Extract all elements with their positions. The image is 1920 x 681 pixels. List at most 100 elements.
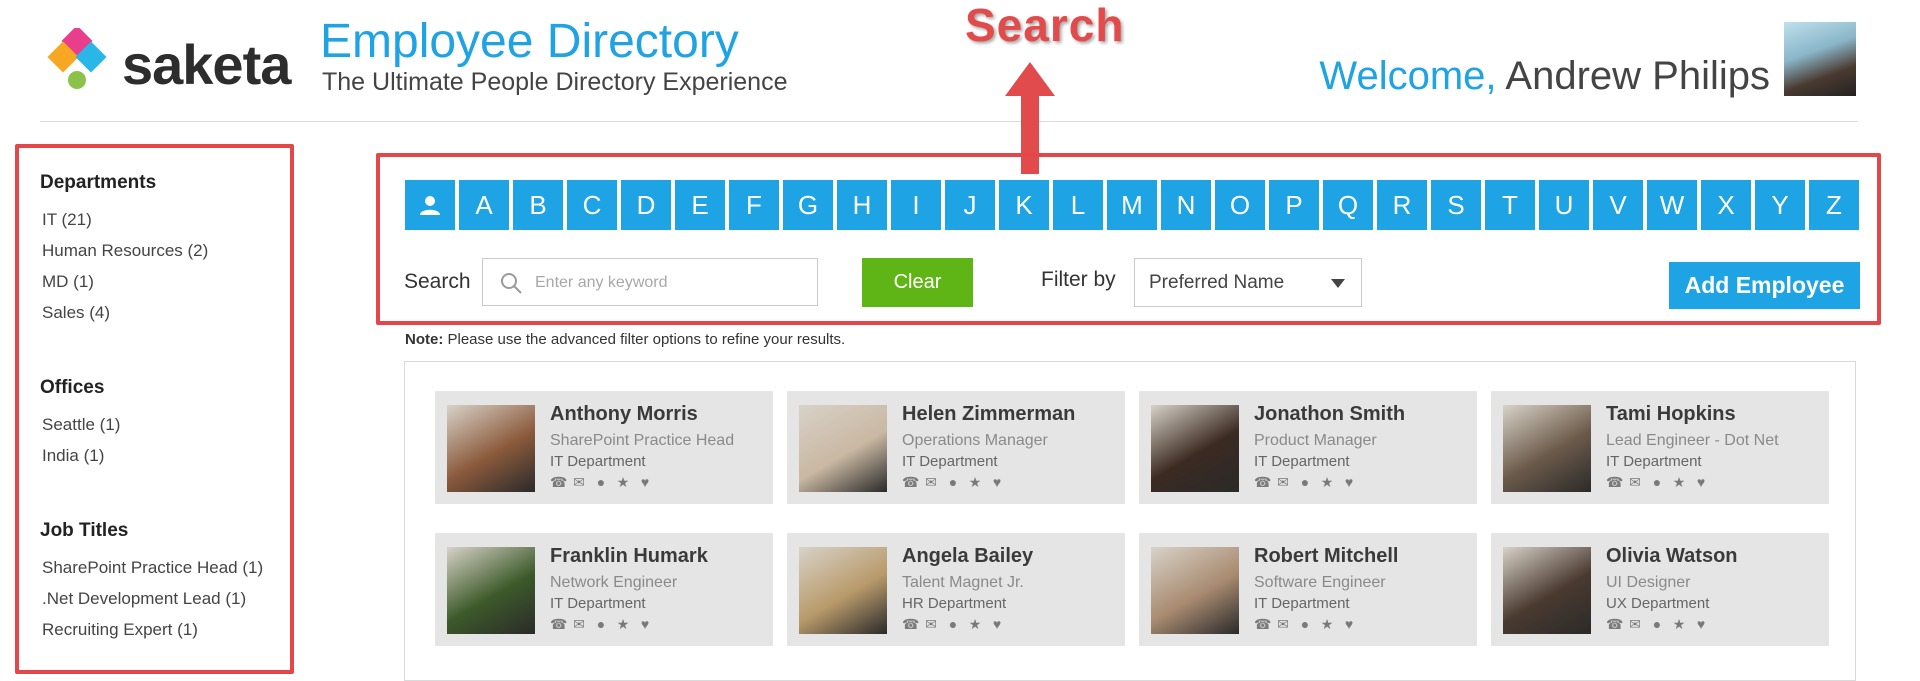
- chat-icon[interactable]: ●: [1650, 475, 1664, 489]
- star-icon[interactable]: ★: [968, 617, 982, 631]
- chat-icon[interactable]: ●: [1298, 617, 1312, 631]
- letter-button-c[interactable]: C: [567, 180, 617, 230]
- letter-button-p[interactable]: P: [1269, 180, 1319, 230]
- letter-button-e[interactable]: E: [675, 180, 725, 230]
- letter-button-s[interactable]: S: [1431, 180, 1481, 230]
- sidebar-item[interactable]: Seattle (1): [42, 415, 120, 435]
- employee-name[interactable]: Franklin Humark: [550, 545, 708, 568]
- letter-button-f[interactable]: F: [729, 180, 779, 230]
- sidebar-item[interactable]: SharePoint Practice Head (1): [42, 558, 263, 578]
- mail-icon[interactable]: ✉: [1628, 617, 1642, 631]
- search-field[interactable]: [482, 258, 818, 306]
- chat-icon[interactable]: ●: [594, 617, 608, 631]
- employee-name[interactable]: Olivia Watson: [1606, 545, 1738, 568]
- star-icon[interactable]: ★: [1320, 617, 1334, 631]
- search-input[interactable]: [533, 267, 807, 299]
- mail-icon[interactable]: ✉: [1276, 617, 1290, 631]
- chat-icon[interactable]: ●: [1298, 475, 1312, 489]
- employee-name[interactable]: Angela Bailey: [902, 545, 1033, 568]
- sidebar-item[interactable]: MD (1): [42, 272, 94, 292]
- letter-button-j[interactable]: J: [945, 180, 995, 230]
- letter-button-z[interactable]: Z: [1809, 180, 1859, 230]
- employee-card[interactable]: Tami Hopkins Lead Engineer - Dot Net IT De…: [1491, 391, 1829, 504]
- letter-button-b[interactable]: B: [513, 180, 563, 230]
- letter-button-x[interactable]: X: [1701, 180, 1751, 230]
- employee-role: SharePoint Practice Head: [550, 432, 735, 449]
- star-icon[interactable]: ★: [1672, 617, 1686, 631]
- employee-card[interactable]: Robert Mitchell Software Engineer IT Depar…: [1139, 533, 1477, 646]
- add-employee-button[interactable]: Add Employee: [1669, 262, 1860, 309]
- letter-button-i[interactable]: I: [891, 180, 941, 230]
- employee-name[interactable]: Jonathon Smith: [1254, 403, 1405, 426]
- filter-select[interactable]: Preferred Name: [1134, 258, 1362, 307]
- letter-button-v[interactable]: V: [1593, 180, 1643, 230]
- employee-card[interactable]: Franklin Humark Network Engineer IT Depart…: [435, 533, 773, 646]
- heart-icon[interactable]: ♥: [990, 475, 1004, 489]
- letter-button-r[interactable]: R: [1377, 180, 1427, 230]
- phone-icon[interactable]: ☎: [1606, 475, 1623, 489]
- chat-icon[interactable]: ●: [946, 617, 960, 631]
- employee-card[interactable]: Anthony Morris SharePoint Practice Head IT…: [435, 391, 773, 504]
- all-people-button[interactable]: [405, 180, 455, 230]
- phone-icon[interactable]: ☎: [1606, 617, 1623, 631]
- mail-icon[interactable]: ✉: [572, 475, 586, 489]
- mail-icon[interactable]: ✉: [1628, 475, 1642, 489]
- chat-icon[interactable]: ●: [594, 475, 608, 489]
- letter-button-t[interactable]: T: [1485, 180, 1535, 230]
- user-avatar[interactable]: [1784, 22, 1856, 96]
- heart-icon[interactable]: ♥: [638, 617, 652, 631]
- heart-icon[interactable]: ♥: [990, 617, 1004, 631]
- employee-card[interactable]: Olivia Watson UI Designer UX Department ☎ ✉ ●…: [1491, 533, 1829, 646]
- letter-button-a[interactable]: A: [459, 180, 509, 230]
- mail-icon[interactable]: ✉: [924, 617, 938, 631]
- heart-icon[interactable]: ♥: [1342, 475, 1356, 489]
- mail-icon[interactable]: ✉: [572, 617, 586, 631]
- chat-icon[interactable]: ●: [1650, 617, 1664, 631]
- employee-card[interactable]: Helen Zimmerman Operations Manager IT Depa…: [787, 391, 1125, 504]
- letter-button-d[interactable]: D: [621, 180, 671, 230]
- employee-name[interactable]: Tami Hopkins: [1606, 403, 1736, 426]
- heart-icon[interactable]: ♥: [638, 475, 652, 489]
- phone-icon[interactable]: ☎: [1254, 617, 1271, 631]
- clear-button[interactable]: Clear: [862, 258, 973, 307]
- employee-name[interactable]: Helen Zimmerman: [902, 403, 1075, 426]
- letter-button-u[interactable]: U: [1539, 180, 1589, 230]
- phone-icon[interactable]: ☎: [550, 617, 567, 631]
- chat-icon[interactable]: ●: [946, 475, 960, 489]
- sidebar-item[interactable]: .Net Development Lead (1): [42, 589, 246, 609]
- sidebar-item[interactable]: IT (21): [42, 210, 92, 230]
- star-icon[interactable]: ★: [616, 617, 630, 631]
- sidebar-item[interactable]: India (1): [42, 446, 104, 466]
- phone-icon[interactable]: ☎: [902, 475, 919, 489]
- employee-photo: [799, 405, 887, 492]
- mail-icon[interactable]: ✉: [924, 475, 938, 489]
- star-icon[interactable]: ★: [616, 475, 630, 489]
- star-icon[interactable]: ★: [968, 475, 982, 489]
- letter-button-o[interactable]: O: [1215, 180, 1265, 230]
- employee-card[interactable]: Angela Bailey Talent Magnet Jr. HR Departm…: [787, 533, 1125, 646]
- letter-button-w[interactable]: W: [1647, 180, 1697, 230]
- letter-button-k[interactable]: K: [999, 180, 1049, 230]
- letter-button-g[interactable]: G: [783, 180, 833, 230]
- letter-button-n[interactable]: N: [1161, 180, 1211, 230]
- letter-button-q[interactable]: Q: [1323, 180, 1373, 230]
- star-icon[interactable]: ★: [1320, 475, 1334, 489]
- sidebar-item[interactable]: Recruiting Expert (1): [42, 620, 198, 640]
- phone-icon[interactable]: ☎: [902, 617, 919, 631]
- heart-icon[interactable]: ♥: [1342, 617, 1356, 631]
- employee-name[interactable]: Robert Mitchell: [1254, 545, 1398, 568]
- sidebar-item[interactable]: Sales (4): [42, 303, 110, 323]
- sidebar-item[interactable]: Human Resources (2): [42, 241, 208, 261]
- letter-button-l[interactable]: L: [1053, 180, 1103, 230]
- phone-icon[interactable]: ☎: [1254, 475, 1271, 489]
- letter-button-m[interactable]: M: [1107, 180, 1157, 230]
- heart-icon[interactable]: ♥: [1694, 617, 1708, 631]
- heart-icon[interactable]: ♥: [1694, 475, 1708, 489]
- mail-icon[interactable]: ✉: [1276, 475, 1290, 489]
- employee-card[interactable]: Jonathon Smith Product Manager IT Departme…: [1139, 391, 1477, 504]
- letter-button-y[interactable]: Y: [1755, 180, 1805, 230]
- letter-button-h[interactable]: H: [837, 180, 887, 230]
- employee-name[interactable]: Anthony Morris: [550, 403, 698, 426]
- star-icon[interactable]: ★: [1672, 475, 1686, 489]
- phone-icon[interactable]: ☎: [550, 475, 567, 489]
